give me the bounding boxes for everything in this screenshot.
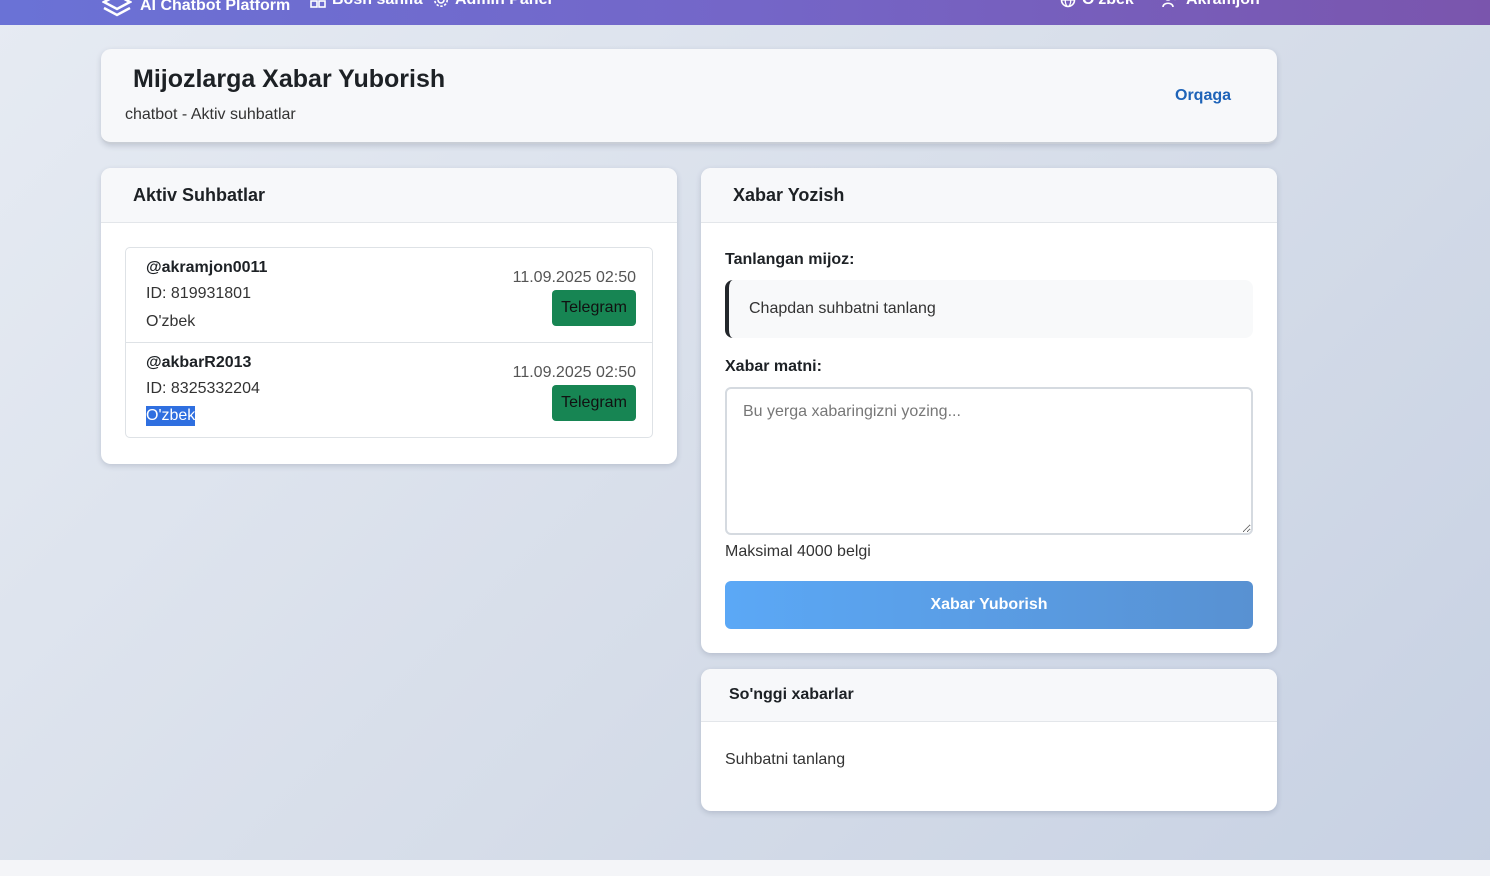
active-conversations-title: Aktiv Suhbatlar xyxy=(101,168,677,223)
user-icon xyxy=(1162,0,1180,8)
conversation-language: O'zbek xyxy=(146,313,196,330)
language-label: O'zbek xyxy=(1082,0,1134,9)
conversation-id: ID: 8325332204 xyxy=(146,380,260,397)
nav-home-label: Bosh sahifa xyxy=(332,0,423,9)
page-subtitle: chatbot - Aktiv suhbatlar xyxy=(125,106,296,123)
conversation-list: @akramjon0011 ID: 819931801 O'zbek 11.09… xyxy=(125,247,653,438)
nav-admin-label: Admin Panel xyxy=(455,0,552,9)
platform-badge: Telegram xyxy=(552,385,636,421)
top-navbar: AI Chatbot Platform Bosh sahifa Admin Pa… xyxy=(0,0,1490,25)
footer xyxy=(0,860,1490,876)
layers-icon xyxy=(102,0,132,21)
brand-name: AI Chatbot Platform xyxy=(140,0,291,14)
nav-home[interactable]: Bosh sahifa xyxy=(310,0,423,9)
globe-icon xyxy=(1060,0,1076,8)
selected-client-placeholder: Chapdan suhbatni tanlang xyxy=(749,300,936,317)
page-header: Mijozlarga Xabar Yuborish chatbot - Akti… xyxy=(101,49,1277,144)
platform-badge: Telegram xyxy=(552,290,636,326)
recent-messages-title: So'nggi xabarlar xyxy=(701,669,1277,722)
user-menu[interactable]: Akramjon xyxy=(1162,0,1260,9)
conversation-username: @akramjon0011 xyxy=(146,259,268,276)
page-title: Mijozlarga Xabar Yuborish xyxy=(133,65,446,93)
conversation-id: ID: 819931801 xyxy=(146,285,251,302)
user-label: Akramjon xyxy=(1186,0,1260,9)
active-conversations-card: Aktiv Suhbatlar @akramjon0011 ID: 819931… xyxy=(101,168,677,464)
message-textarea[interactable] xyxy=(725,387,1253,535)
brand[interactable]: AI Chatbot Platform xyxy=(102,0,290,21)
conversation-date: 11.09.2025 02:50 xyxy=(512,364,636,381)
conversation-item[interactable]: @akbarR2013 ID: 8325332204 O'zbek 11.09.… xyxy=(126,343,652,437)
conversation-username: @akbarR2013 xyxy=(146,354,252,371)
language-menu[interactable]: O'zbek xyxy=(1060,0,1134,9)
back-link[interactable]: Orqaga xyxy=(1175,87,1231,105)
conversation-item[interactable]: @akramjon0011 ID: 819931801 O'zbek 11.09… xyxy=(126,248,652,343)
selected-client-box: Chapdan suhbatni tanlang xyxy=(725,280,1253,338)
send-message-button[interactable]: Xabar Yuborish xyxy=(725,581,1253,629)
max-length-hint: Maksimal 4000 belgi xyxy=(725,543,871,560)
recent-messages-empty: Suhbatni tanlang xyxy=(725,751,846,768)
conversation-language: O'zbek xyxy=(146,406,196,426)
nav-admin[interactable]: Admin Panel xyxy=(433,0,552,9)
selected-client-label: Tanlangan mijoz: xyxy=(725,251,855,268)
recent-messages-card: So'nggi xabarlar Suhbatni tanlang xyxy=(701,669,1277,811)
compose-title: Xabar Yozish xyxy=(701,168,1277,223)
conversation-date: 11.09.2025 02:50 xyxy=(512,269,636,286)
gear-icon xyxy=(433,0,449,8)
message-label: Xabar matni: xyxy=(725,358,822,375)
compose-card: Xabar Yozish Tanlangan mijoz: Chapdan su… xyxy=(701,168,1277,653)
grid-icon xyxy=(310,0,326,8)
